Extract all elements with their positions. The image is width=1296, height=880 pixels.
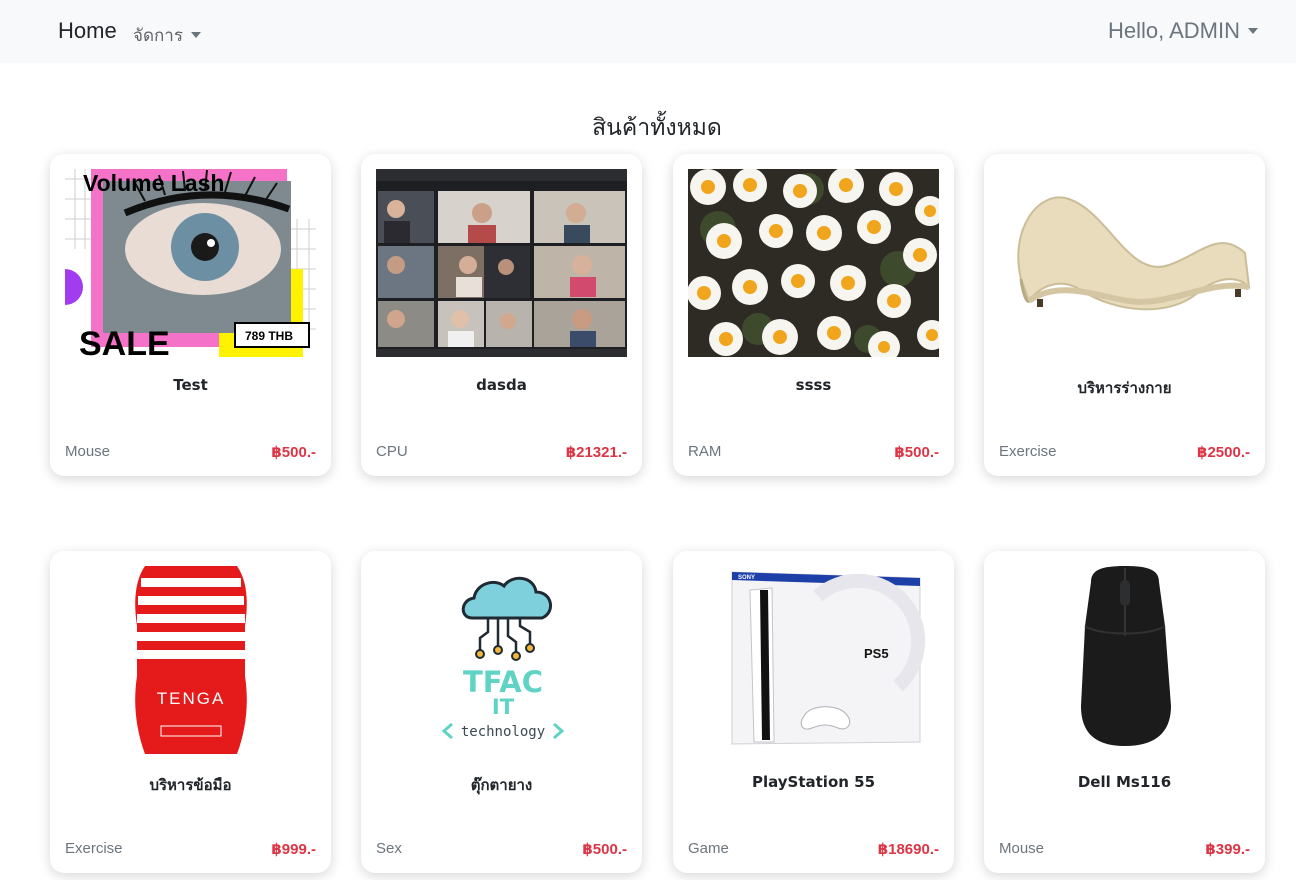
product-category: Game (688, 840, 729, 857)
product-price: ฿399.- (1205, 841, 1250, 858)
image-logo-line1: TFAC (463, 665, 543, 699)
product-category: Sex (376, 840, 402, 857)
product-image (688, 169, 939, 357)
product-price: ฿18690.- (877, 841, 939, 858)
product-price: ฿21321.- (565, 444, 627, 461)
product-category: Exercise (65, 840, 123, 857)
product-name: บริหารข้อมือ (149, 776, 232, 794)
product-name: ssss (795, 376, 832, 394)
product-name: Test (173, 376, 208, 394)
product-price: ฿2500.- (1197, 444, 1250, 461)
home-link[interactable]: Home (58, 18, 117, 44)
product-card[interactable]: Volume Lash SALE 789 THB Test Mouse ฿500… (50, 154, 331, 476)
product-card[interactable]: SONY PS5 PlayStation 55 Game ฿18690.- (673, 551, 954, 873)
product-price: ฿500.- (582, 841, 627, 858)
product-card[interactable]: TENGA บริหารข้อมือ Exercise ฿999.- (50, 551, 331, 873)
image-logo-line3: technology (461, 724, 545, 740)
product-name: ตุ๊กตายาง (470, 776, 533, 794)
product-category: Mouse (65, 443, 111, 460)
product-card[interactable]: บริหารร่างกาย Exercise ฿2500.- (984, 154, 1265, 476)
image-sale-text: SALE (79, 325, 170, 357)
product-image (999, 169, 1250, 357)
product-card[interactable]: TFAC IT technology ตุ๊กตายาง Sex ฿500.- (361, 551, 642, 873)
product-image: SONY PS5 (688, 566, 939, 754)
product-image: Volume Lash SALE 789 THB (65, 169, 316, 357)
image-maker-text: SONY (738, 575, 755, 581)
product-card[interactable]: ssss RAM ฿500.- (673, 154, 954, 476)
product-image: TENGA (65, 566, 316, 754)
chevron-down-icon (190, 32, 201, 39)
product-card[interactable]: Dell Ms116 Mouse ฿399.- (984, 551, 1265, 873)
product-category: CPU (376, 443, 408, 460)
product-price: ฿999.- (271, 841, 316, 858)
product-card[interactable]: dasda CPU ฿21321.- (361, 154, 642, 476)
manage-label: จัดการ (133, 26, 183, 45)
image-brand-text: TENGA (157, 689, 226, 708)
image-price-tag: 789 THB (245, 329, 293, 343)
product-price: ฿500.- (894, 444, 939, 461)
product-price: ฿500.- (271, 444, 316, 461)
page-title: สินค้าทั้งหมด (592, 115, 722, 141)
product-name: Dell Ms116 (1077, 773, 1172, 791)
chevron-down-icon (1248, 27, 1258, 34)
product-name: บริหารร่างกาย (1077, 379, 1172, 397)
product-category: Mouse (999, 840, 1045, 857)
image-logo-line2: IT (492, 695, 515, 719)
product-category: RAM (688, 443, 722, 460)
navbar: Home จัดการ Hello, ADMIN (0, 0, 1296, 63)
product-image (999, 566, 1250, 754)
image-headline: Volume Lash (83, 170, 224, 196)
product-image: TFAC IT technology (376, 566, 627, 754)
user-label: Hello, ADMIN (1107, 18, 1240, 43)
user-dropdown[interactable]: Hello, ADMIN (1108, 18, 1258, 44)
product-name: dasda (476, 376, 527, 394)
image-console-text: PS5 (864, 646, 889, 661)
manage-dropdown[interactable]: จัดการ (133, 22, 201, 49)
product-image (376, 169, 627, 357)
product-name: PlayStation 55 (751, 773, 876, 791)
product-category: Exercise (999, 443, 1057, 460)
